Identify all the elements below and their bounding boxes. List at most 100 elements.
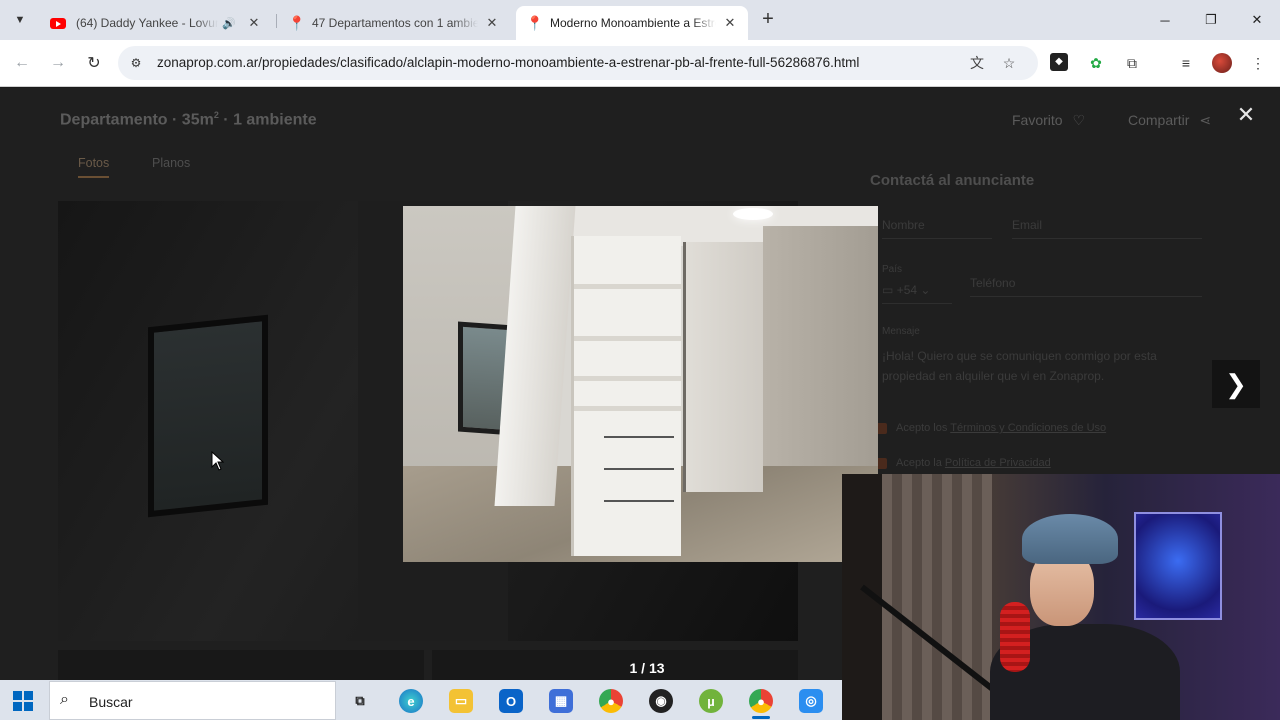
app-icon[interactable]: ◎ xyxy=(799,689,823,713)
thumbnail-strip xyxy=(58,650,798,680)
tab-title: 47 Departamentos con 1 ambiente xyxy=(312,16,478,30)
taskbar-search-label: Buscar xyxy=(89,694,133,710)
extensions-puzzle-icon[interactable]: ⧉ xyxy=(1122,53,1142,73)
utorrent-icon[interactable]: µ xyxy=(699,689,723,713)
favorito-label: Favorito xyxy=(1012,112,1063,128)
gallery-main-photo[interactable] xyxy=(403,206,878,562)
tab-youtube[interactable]: (64) Daddy Yankee - Lovumba 🔊 ✕ xyxy=(40,6,272,40)
cam-microphone xyxy=(1000,602,1030,672)
close-gallery-button[interactable]: ✕ xyxy=(1236,104,1256,126)
taskbar-search[interactable]: ⌕ Buscar xyxy=(49,681,336,720)
bookmark-star-icon[interactable]: ☆ xyxy=(1000,54,1018,72)
arrow-right-icon: → xyxy=(50,54,66,71)
zonaprop-pin-icon: 📍 xyxy=(526,15,544,31)
privacy-link[interactable]: Política de Privacidad xyxy=(945,457,1051,469)
outlook-icon[interactable]: O xyxy=(499,689,523,713)
share-icon: ⋖ xyxy=(1199,112,1212,128)
tab-fotos[interactable]: Fotos xyxy=(78,156,110,178)
title-suffix: · 1 ambiente xyxy=(218,111,317,129)
message-textarea[interactable]: ¡Hola! Quiero que se comuniquen conmigo … xyxy=(882,346,1202,386)
title-prefix: Departamento · 35m xyxy=(60,111,214,129)
close-tab-icon[interactable]: ✕ xyxy=(484,15,500,31)
tab-moderno-monoambiente[interactable]: 📍 Moderno Monoambiente a Estrenar ✕ xyxy=(516,6,748,40)
obs-icon[interactable]: ◉ xyxy=(649,689,673,713)
photo-door xyxy=(148,314,268,518)
thumbnail[interactable] xyxy=(58,650,424,680)
restore-button[interactable]: ❐ xyxy=(1188,0,1234,40)
photo-shelf xyxy=(574,406,684,411)
chevron-down-icon: ▼ xyxy=(14,14,26,26)
close-window-button[interactable]: ✕ xyxy=(1234,0,1280,40)
file-explorer-icon[interactable]: ▭ xyxy=(449,689,473,713)
country-code: +54 xyxy=(896,283,918,297)
photo-drawer xyxy=(604,468,674,496)
flag-icon: ▭ xyxy=(882,283,894,297)
task-view-icon[interactable]: ⧉ xyxy=(348,689,372,713)
name-input[interactable]: Nombre xyxy=(882,218,992,239)
page-title: Departamento · 35m2 · 1 ambiente xyxy=(60,110,317,129)
reload-icon: ↻ xyxy=(87,55,101,72)
edge-icon[interactable]: e xyxy=(399,689,423,713)
photo-drawer xyxy=(604,500,674,528)
compartir-button[interactable]: Compartir ⋖ xyxy=(1128,112,1211,129)
minimize-button[interactable]: ─ xyxy=(1142,0,1188,40)
chevron-down-icon: ⌄ xyxy=(920,283,931,297)
compartir-label: Compartir xyxy=(1128,112,1190,128)
photo-drawer xyxy=(604,436,674,464)
arrow-left-icon: ← xyxy=(14,54,30,71)
photo-ceiling-lamp xyxy=(733,208,773,220)
menu-kebab-icon[interactable]: ⋮ xyxy=(1248,53,1268,73)
tab-separator xyxy=(276,14,277,28)
webcam-overlay xyxy=(842,474,1280,720)
close-tab-icon[interactable]: ✕ xyxy=(722,15,738,31)
photo-closet xyxy=(571,236,684,556)
terms-link[interactable]: Términos y Condiciones de Uso xyxy=(950,422,1106,434)
terms-prefix: Acepto los xyxy=(896,422,951,434)
chrome-icon[interactable]: ● xyxy=(599,689,623,713)
tab-strip: ▼ (64) Daddy Yankee - Lovumba 🔊 ✕ 📍 47 D… xyxy=(0,0,1280,40)
tab-search-button[interactable]: ▼ xyxy=(8,8,32,32)
url-text[interactable]: zonaprop.com.ar/propiedades/clasificado/… xyxy=(157,55,859,70)
media-control-icon[interactable]: ≡ xyxy=(1176,53,1196,73)
speaker-icon[interactable]: 🔊 xyxy=(222,17,236,30)
chevron-right-icon: ❯ xyxy=(1225,368,1247,399)
cam-cap xyxy=(1022,514,1118,564)
cam-curtain xyxy=(882,474,992,720)
reload-button[interactable]: ↻ xyxy=(82,51,106,75)
terms-label: Acepto los Términos y Condiciones de Uso xyxy=(896,422,1106,434)
email-input[interactable]: Email xyxy=(1012,218,1202,239)
country-code-select[interactable]: ▭ +54 ⌄ xyxy=(882,283,952,304)
minimize-icon: ─ xyxy=(1160,12,1170,28)
tab-departamentos[interactable]: 📍 47 Departamentos con 1 ambiente ✕ xyxy=(278,6,510,40)
back-button[interactable]: ← xyxy=(10,51,34,75)
zonaprop-pin-icon: 📍 xyxy=(288,15,306,31)
address-bar[interactable]: ⚙ zonaprop.com.ar/propiedades/clasificad… xyxy=(118,46,1038,80)
phone-input[interactable]: Teléfono xyxy=(970,276,1202,297)
favorito-button[interactable]: Favorito ♡ xyxy=(1012,112,1085,129)
active-app-indicator xyxy=(752,716,770,719)
close-icon: ✕ xyxy=(1251,12,1263,27)
close-icon: ✕ xyxy=(1236,102,1256,127)
windows-start-icon[interactable] xyxy=(13,691,33,711)
new-tab-button[interactable]: + xyxy=(758,8,778,32)
translate-icon[interactable]: 文 xyxy=(968,54,986,72)
extension-green-icon[interactable]: ✿ xyxy=(1086,53,1106,73)
chrome-profile-icon[interactable]: ● xyxy=(749,689,773,713)
extension-icon[interactable]: ◆ xyxy=(1050,53,1068,71)
profile-avatar[interactable] xyxy=(1212,53,1232,73)
forward-button[interactable]: → xyxy=(46,51,70,75)
youtube-icon xyxy=(50,17,66,29)
cam-person xyxy=(990,514,1180,720)
photo-shelf xyxy=(574,336,684,341)
close-tab-icon[interactable]: ✕ xyxy=(246,15,262,31)
screen: ▼ (64) Daddy Yankee - Lovumba 🔊 ✕ 📍 47 D… xyxy=(0,0,1280,720)
next-photo-button[interactable]: ❯ xyxy=(1212,360,1260,408)
site-info-icon[interactable]: ⚙ xyxy=(128,55,144,71)
tab-planos[interactable]: Planos xyxy=(152,156,190,170)
privacy-prefix: Acepto la xyxy=(896,457,945,469)
photo-counter: 1 / 13 xyxy=(629,660,665,676)
message-label: Mensaje xyxy=(882,326,920,337)
store-icon[interactable]: ▦ xyxy=(549,689,573,713)
photo-sliding-door xyxy=(683,242,763,492)
heart-icon: ♡ xyxy=(1072,112,1086,128)
